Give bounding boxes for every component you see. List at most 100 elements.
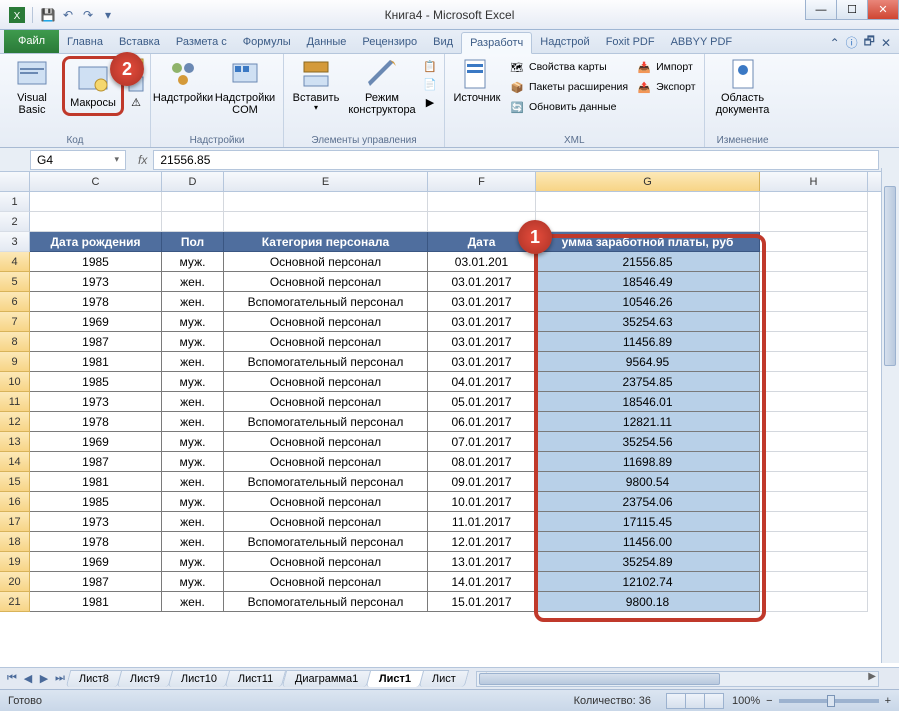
cell[interactable]: 1985: [30, 492, 162, 512]
col-header-C[interactable]: C: [30, 172, 162, 191]
row-header[interactable]: 18: [0, 532, 30, 552]
sheet-tab[interactable]: Лист8: [66, 670, 123, 687]
col-header-H[interactable]: H: [760, 172, 868, 191]
cell-selected[interactable]: 9564.95: [536, 352, 760, 372]
cell[interactable]: 1985: [30, 252, 162, 272]
cell-selected[interactable]: 17115.45: [536, 512, 760, 532]
cell-selected[interactable]: 11456.00: [536, 532, 760, 552]
cell[interactable]: [760, 592, 868, 612]
cell-selected[interactable]: 12821.11: [536, 412, 760, 432]
cell[interactable]: Вспомогательный персонал: [224, 472, 428, 492]
cell[interactable]: 07.01.2017: [428, 432, 536, 452]
fx-icon[interactable]: fx: [138, 153, 147, 167]
horizontal-scrollbar[interactable]: ◀ ▶: [476, 671, 879, 687]
cell[interactable]: Вспомогательный персонал: [224, 352, 428, 372]
cell[interactable]: 06.01.2017: [428, 412, 536, 432]
cell[interactable]: Основной персонал: [224, 332, 428, 352]
cell[interactable]: 10.01.2017: [428, 492, 536, 512]
cell[interactable]: муж.: [162, 552, 224, 572]
table-header[interactable]: умма заработной платы, руб: [536, 232, 760, 252]
xml-source-button[interactable]: Источник: [451, 56, 503, 106]
cell[interactable]: 03.01.2017: [428, 332, 536, 352]
cell[interactable]: 03.01.201: [428, 252, 536, 272]
table-header[interactable]: Категория персонала: [224, 232, 428, 252]
sheet-tab[interactable]: Диаграмма1: [281, 670, 371, 687]
cell[interactable]: [760, 252, 868, 272]
document-panel-button[interactable]: Область документа: [711, 56, 775, 118]
col-header-D[interactable]: D: [162, 172, 224, 191]
zoom-out-button[interactable]: −: [766, 695, 772, 707]
cell[interactable]: 03.01.2017: [428, 292, 536, 312]
row-header[interactable]: 14: [0, 452, 30, 472]
window-restore-icon[interactable]: 🗗: [864, 32, 875, 53]
sheet-tab[interactable]: Лист10: [168, 670, 231, 687]
cell[interactable]: жен.: [162, 272, 224, 292]
sheet-tab[interactable]: Лист: [419, 670, 469, 687]
row-header[interactable]: 15: [0, 472, 30, 492]
cell[interactable]: муж.: [162, 372, 224, 392]
ribbon-tab[interactable]: Рецензиро: [354, 31, 425, 53]
cell[interactable]: 1981: [30, 592, 162, 612]
cell[interactable]: Вспомогательный персонал: [224, 592, 428, 612]
cell[interactable]: 11.01.2017: [428, 512, 536, 532]
sheet-nav-prev-icon[interactable]: ◀: [20, 672, 36, 685]
view-pagebreak-button[interactable]: [704, 693, 724, 709]
refresh-data-button[interactable]: 🔄Обновить данные: [507, 98, 630, 116]
visual-basic-button[interactable]: Visual Basic: [6, 56, 58, 118]
row-header[interactable]: 19: [0, 552, 30, 572]
cell-selected[interactable]: 21556.85: [536, 252, 760, 272]
table-header[interactable]: Пол: [162, 232, 224, 252]
select-all-corner[interactable]: [0, 172, 30, 191]
cell[interactable]: [760, 272, 868, 292]
sheet-nav-next-icon[interactable]: ▶: [36, 672, 52, 685]
cell[interactable]: 08.01.2017: [428, 452, 536, 472]
cell-selected[interactable]: 35254.89: [536, 552, 760, 572]
row-header[interactable]: 9: [0, 352, 30, 372]
cell[interactable]: 1973: [30, 392, 162, 412]
save-icon[interactable]: 💾: [39, 6, 57, 24]
zoom-slider[interactable]: [779, 699, 879, 703]
expansion-packs-button[interactable]: 📦Пакеты расширения: [507, 78, 630, 96]
cell[interactable]: Основной персонал: [224, 392, 428, 412]
row-header[interactable]: 5: [0, 272, 30, 292]
cell-selected[interactable]: 35254.63: [536, 312, 760, 332]
cell[interactable]: Основной персонал: [224, 552, 428, 572]
cell[interactable]: жен.: [162, 392, 224, 412]
com-addins-button[interactable]: Надстройки COM: [213, 56, 277, 118]
cell[interactable]: [760, 472, 868, 492]
cell[interactable]: Основной персонал: [224, 452, 428, 472]
cell[interactable]: жен.: [162, 512, 224, 532]
cell[interactable]: 1969: [30, 432, 162, 452]
row-header[interactable]: 1: [0, 192, 30, 212]
cell[interactable]: жен.: [162, 412, 224, 432]
vertical-scrollbar[interactable]: [881, 168, 899, 663]
cell[interactable]: [760, 552, 868, 572]
zoom-in-button[interactable]: +: [885, 695, 891, 707]
cell[interactable]: 1969: [30, 552, 162, 572]
cell[interactable]: 1969: [30, 312, 162, 332]
cell[interactable]: жен.: [162, 592, 224, 612]
cell[interactable]: Основной персонал: [224, 272, 428, 292]
cell[interactable]: 09.01.2017: [428, 472, 536, 492]
sheet-tab[interactable]: Лист9: [117, 670, 174, 687]
view-layout-button[interactable]: [685, 693, 705, 709]
cell-selected[interactable]: 9800.54: [536, 472, 760, 492]
import-button[interactable]: 📥Импорт: [634, 58, 697, 76]
cell[interactable]: [760, 512, 868, 532]
cell[interactable]: Вспомогательный персонал: [224, 412, 428, 432]
cell[interactable]: [760, 432, 868, 452]
sheet-tab[interactable]: Лист11: [225, 670, 287, 687]
ribbon-tab[interactable]: Вид: [425, 31, 461, 53]
insert-control-button[interactable]: Вставить ▾: [290, 56, 342, 115]
cell[interactable]: 1987: [30, 572, 162, 592]
cell-selected[interactable]: 12102.74: [536, 572, 760, 592]
row-header[interactable]: 13: [0, 432, 30, 452]
view-normal-button[interactable]: [666, 693, 686, 709]
cell[interactable]: муж.: [162, 432, 224, 452]
cell[interactable]: Вспомогательный персонал: [224, 292, 428, 312]
table-header[interactable]: Дата рождения: [30, 232, 162, 252]
close-button[interactable]: ✕: [867, 0, 899, 20]
row-header[interactable]: 21: [0, 592, 30, 612]
formula-input[interactable]: 21556.85: [153, 150, 879, 170]
cell[interactable]: Основной персонал: [224, 512, 428, 532]
